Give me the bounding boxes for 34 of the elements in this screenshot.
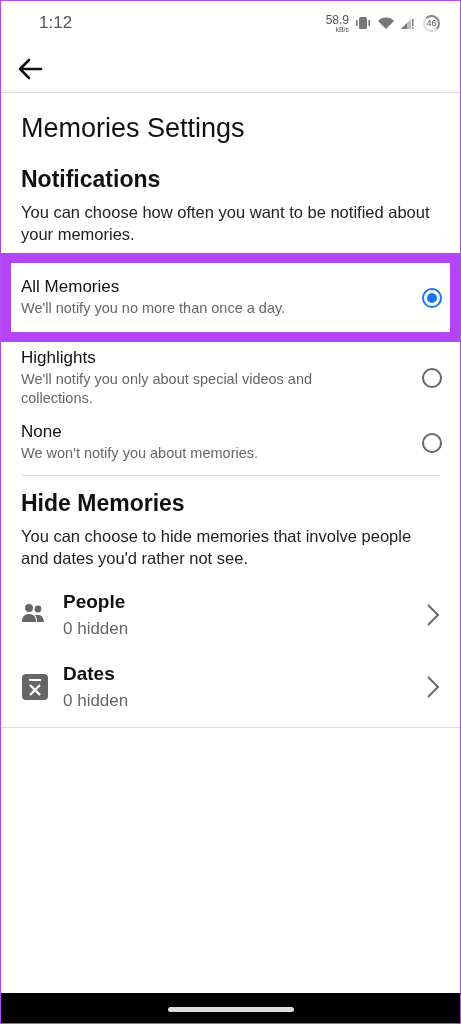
option-row[interactable]: Highlights We'll notify you only about special videos and collections. <box>1 342 460 416</box>
option-description: We'll notify you only about special videos and collections. <box>21 370 314 408</box>
radio-button[interactable] <box>422 368 442 388</box>
option-description: We won't notify you about memories. <box>21 444 260 463</box>
chevron-right-icon <box>426 675 440 699</box>
page-title: Memories Settings <box>21 113 246 144</box>
vibrate-icon <box>354 16 372 30</box>
section-heading: Notifications <box>21 166 162 193</box>
wifi-icon <box>377 16 395 30</box>
clock-time: 1:12 <box>39 13 73 33</box>
option-label: None <box>21 422 63 442</box>
row-label: Dates <box>63 663 116 685</box>
settings-row[interactable]: Dates 0 hidden <box>1 649 460 721</box>
option-row[interactable]: All Memories We'll notify you no more than once a day. <box>1 253 460 342</box>
option-description: We'll notify you no more than once a day. <box>21 299 287 318</box>
section-description: You can choose how often you want to be notified about your memories. <box>21 202 431 245</box>
option-row[interactable]: None We won't notify you about memories. <box>1 416 460 471</box>
settings-row[interactable]: People 0 hidden <box>1 577 460 649</box>
row-label: People <box>63 591 127 613</box>
calendar-x-icon <box>21 673 49 701</box>
option-label: Highlights <box>21 348 97 368</box>
home-handle[interactable] <box>167 1006 294 1012</box>
row-count: 0 hidden <box>63 691 130 711</box>
radio-button[interactable] <box>422 287 442 308</box>
option-label: All Memories <box>21 277 121 297</box>
network-speed: 58.9 <box>325 13 349 26</box>
section-description: You can choose to hide memories that involve people and dates you'd rather not see. <box>21 526 413 569</box>
row-count: 0 hidden <box>63 619 130 639</box>
battery-indicator: 46 <box>423 14 440 32</box>
section-heading: Hide Memories <box>21 490 186 517</box>
chevron-right-icon <box>426 603 440 627</box>
signal-icon <box>400 16 414 30</box>
radio-button[interactable] <box>422 432 442 453</box>
back-arrow-icon <box>17 57 43 80</box>
